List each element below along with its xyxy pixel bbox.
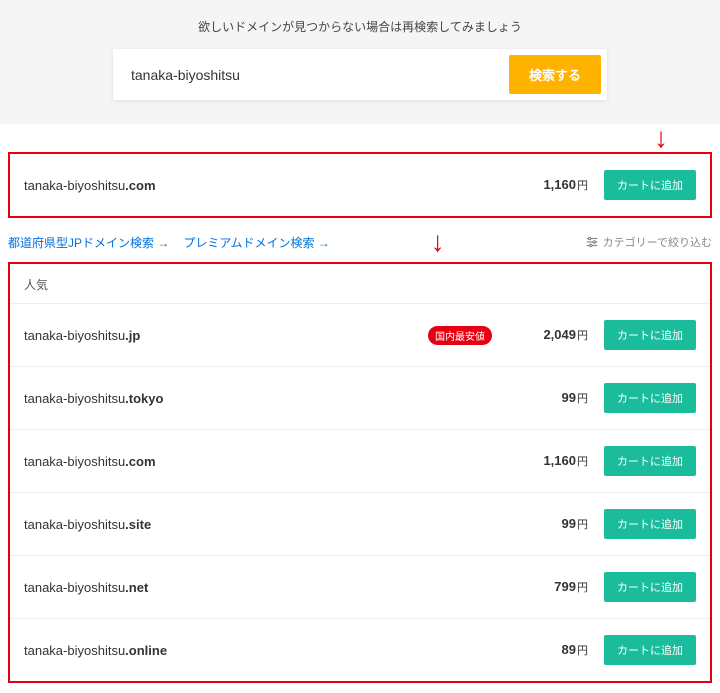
- result-row: tanaka-biyoshitsu.online89円カートに追加: [10, 619, 710, 681]
- result-row: tanaka-biyoshitsu.site99円カートに追加: [10, 493, 710, 556]
- result-price: 2,049円: [508, 327, 588, 343]
- arrow-down-icon: ↓: [654, 122, 668, 153]
- featured-row: tanaka-biyoshitsu.com 1,160円 カートに追加: [10, 154, 710, 216]
- featured-domain-tld: .com: [125, 178, 155, 193]
- add-to-cart-button[interactable]: カートに追加: [604, 572, 696, 602]
- arrow-down-icon: ↓: [431, 228, 445, 256]
- popular-header: 人気: [10, 264, 710, 304]
- filter-icon: [585, 235, 599, 249]
- result-domain: tanaka-biyoshitsu.com: [24, 454, 508, 469]
- arrow-annotation-top: ↓: [0, 124, 720, 152]
- search-button[interactable]: 検索する: [509, 55, 601, 94]
- result-row: tanaka-biyoshitsu.jp国内最安値 2,049円カートに追加: [10, 304, 710, 367]
- featured-domain: tanaka-biyoshitsu.com: [24, 178, 508, 193]
- result-price: 89円: [508, 642, 588, 658]
- search-box: 検索する: [113, 49, 607, 100]
- result-price: 799円: [508, 579, 588, 595]
- featured-result-box: tanaka-biyoshitsu.com 1,160円 カートに追加: [8, 152, 712, 218]
- result-domain: tanaka-biyoshitsu.site: [24, 517, 508, 532]
- cheapest-badge: 国内最安値: [428, 326, 492, 345]
- result-domain: tanaka-biyoshitsu.tokyo: [24, 391, 508, 406]
- add-to-cart-button[interactable]: カートに追加: [604, 170, 696, 200]
- result-price: 99円: [508, 516, 588, 532]
- result-domain: tanaka-biyoshitsu.jp: [24, 328, 428, 343]
- result-domain: tanaka-biyoshitsu.net: [24, 580, 508, 595]
- add-to-cart-button[interactable]: カートに追加: [604, 383, 696, 413]
- premium-domain-search-link[interactable]: プレミアムドメイン検索 →: [183, 234, 330, 251]
- result-price: 99円: [508, 390, 588, 406]
- add-to-cart-button[interactable]: カートに追加: [604, 635, 696, 665]
- result-row: tanaka-biyoshitsu.net799円カートに追加: [10, 556, 710, 619]
- results-list-box: 人気 tanaka-biyoshitsu.jp国内最安値2,049円カートに追加…: [8, 262, 712, 683]
- header-message: 欲しいドメインが見つからない場合は再検索してみましょう: [0, 18, 720, 35]
- prefecture-jp-search-link[interactable]: 都道府県型JPドメイン検索 →: [8, 234, 169, 251]
- result-domain: tanaka-biyoshitsu.online: [24, 643, 508, 658]
- result-row: tanaka-biyoshitsu.tokyo99円カートに追加: [10, 367, 710, 430]
- header-area: 欲しいドメインが見つからない場合は再検索してみましょう 検索する: [0, 0, 720, 124]
- featured-price: 1,160円: [508, 177, 588, 193]
- add-to-cart-button[interactable]: カートに追加: [604, 446, 696, 476]
- links-row: 都道府県型JPドメイン検索 → プレミアムドメイン検索 → ↓ カテゴリーで絞り…: [8, 228, 712, 256]
- result-row: tanaka-biyoshitsu.com1,160円カートに追加: [10, 430, 710, 493]
- featured-domain-base: tanaka-biyoshitsu: [24, 178, 125, 193]
- search-input[interactable]: [119, 57, 509, 93]
- add-to-cart-button[interactable]: カートに追加: [604, 509, 696, 539]
- filter-by-category[interactable]: カテゴリーで絞り込む: [585, 234, 712, 250]
- add-to-cart-button[interactable]: カートに追加: [604, 320, 696, 350]
- results-list: tanaka-biyoshitsu.jp国内最安値2,049円カートに追加tan…: [10, 304, 710, 681]
- result-price: 1,160円: [508, 453, 588, 469]
